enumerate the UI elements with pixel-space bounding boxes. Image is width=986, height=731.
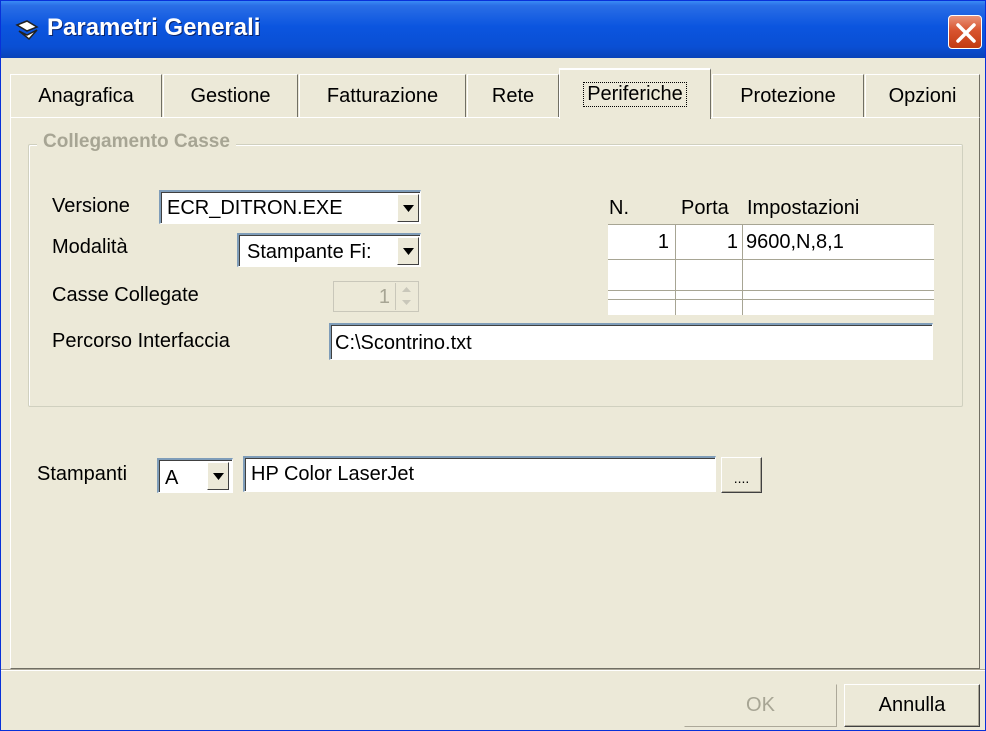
casse-grid[interactable]: 1 1 9600,N,8,1 xyxy=(608,224,934,315)
versione-value: ECR_DITRON.EXE xyxy=(167,197,343,219)
tab-label: Rete xyxy=(491,85,535,107)
cancel-button[interactable]: Annulla xyxy=(844,684,980,727)
stampanti-letter-dropdown-button[interactable] xyxy=(207,462,229,490)
percorso-label: Percorso Interfaccia xyxy=(52,330,230,352)
modalita-dropdown-button[interactable] xyxy=(397,237,419,265)
grid-header-porta: Porta xyxy=(681,197,729,219)
tab-anagrafica[interactable]: Anagrafica xyxy=(10,74,162,118)
grid-cell-impostazioni[interactable] xyxy=(743,260,934,290)
tab-rete[interactable]: Rete xyxy=(467,74,559,118)
casse-collegate-label: Casse Collegate xyxy=(52,284,199,306)
app-icon xyxy=(15,17,41,43)
spinner-buttons[interactable] xyxy=(395,283,417,310)
modalita-select[interactable]: Stampante Fi: xyxy=(237,233,421,267)
table-row[interactable] xyxy=(608,291,934,315)
chevron-up-icon xyxy=(402,287,411,292)
versione-label: Versione xyxy=(52,195,130,217)
modalita-label: Modalità xyxy=(52,236,128,258)
tab-fatturazione[interactable]: Fatturazione xyxy=(299,74,466,118)
tab-label: Gestione xyxy=(190,85,271,107)
chevron-down-icon xyxy=(403,248,414,255)
grid-cell-porta[interactable]: 1 xyxy=(676,225,743,259)
group-legend: Collegamento Casse xyxy=(37,131,236,153)
stampanti-letter-select[interactable]: A xyxy=(157,458,233,493)
close-icon xyxy=(956,23,976,43)
chevron-down-icon xyxy=(403,205,414,212)
casse-collegate-value: 1 xyxy=(378,286,390,308)
grid-cell-porta[interactable] xyxy=(676,260,743,290)
stampanti-label: Stampanti xyxy=(37,463,128,485)
printer-name-value: HP Color LaserJet xyxy=(251,463,415,485)
grid-cell-impostazioni[interactable] xyxy=(743,291,934,315)
grid-line xyxy=(608,299,934,300)
grid-cell-impostazioni[interactable]: 9600,N,8,1 xyxy=(743,225,934,259)
versione-select[interactable]: ECR_DITRON.EXE xyxy=(159,190,421,224)
modalita-value: Stampante Fi: xyxy=(247,241,372,263)
stampanti-letter-value: A xyxy=(165,467,179,489)
tab-periferiche[interactable]: Periferiche xyxy=(559,68,711,119)
grid-cell-n[interactable] xyxy=(608,291,676,315)
grid-header-impostazioni: Impostazioni xyxy=(747,197,860,219)
tab-opzioni[interactable]: Opzioni xyxy=(865,74,980,118)
tab-protezione[interactable]: Protezione xyxy=(712,74,864,118)
spin-down-button[interactable] xyxy=(396,296,417,309)
tab-strip: Anagrafica Gestione Fatturazione Rete Pe… xyxy=(10,68,980,119)
percorso-value: C:\Scontrino.txt xyxy=(335,332,472,354)
printer-name-input[interactable]: HP Color LaserJet xyxy=(243,456,716,492)
grid-cell-porta[interactable] xyxy=(676,291,743,315)
window-title: Parametri Generali xyxy=(47,14,261,41)
grid-header-n: N. xyxy=(609,197,629,219)
tab-label: Periferiche xyxy=(583,82,687,107)
grid-cell-n[interactable]: 1 xyxy=(608,225,676,259)
tab-label: Fatturazione xyxy=(326,85,439,107)
tab-label: Anagrafica xyxy=(38,85,134,107)
versione-dropdown-button[interactable] xyxy=(397,194,419,222)
percorso-input[interactable]: C:\Scontrino.txt xyxy=(329,323,933,360)
dialog-window: Parametri Generali Anagrafica Gestione F… xyxy=(0,0,986,731)
footer-separator xyxy=(1,669,985,671)
title-bar[interactable]: Parametri Generali xyxy=(1,1,985,58)
grid-cell-n[interactable] xyxy=(608,260,676,290)
browse-printer-button[interactable]: .... xyxy=(721,457,762,493)
tab-label: Opzioni xyxy=(888,85,957,107)
spin-up-button[interactable] xyxy=(396,283,417,296)
chevron-down-icon xyxy=(213,473,224,480)
close-button[interactable] xyxy=(948,15,982,49)
tab-label: Protezione xyxy=(740,85,836,107)
casse-collegate-spinner[interactable]: 1 xyxy=(333,281,419,312)
ok-button[interactable]: OK xyxy=(684,684,837,727)
tab-gestione[interactable]: Gestione xyxy=(163,74,298,118)
table-row[interactable]: 1 1 9600,N,8,1 xyxy=(608,225,934,259)
chevron-down-icon xyxy=(402,300,411,305)
table-row[interactable] xyxy=(608,260,934,290)
